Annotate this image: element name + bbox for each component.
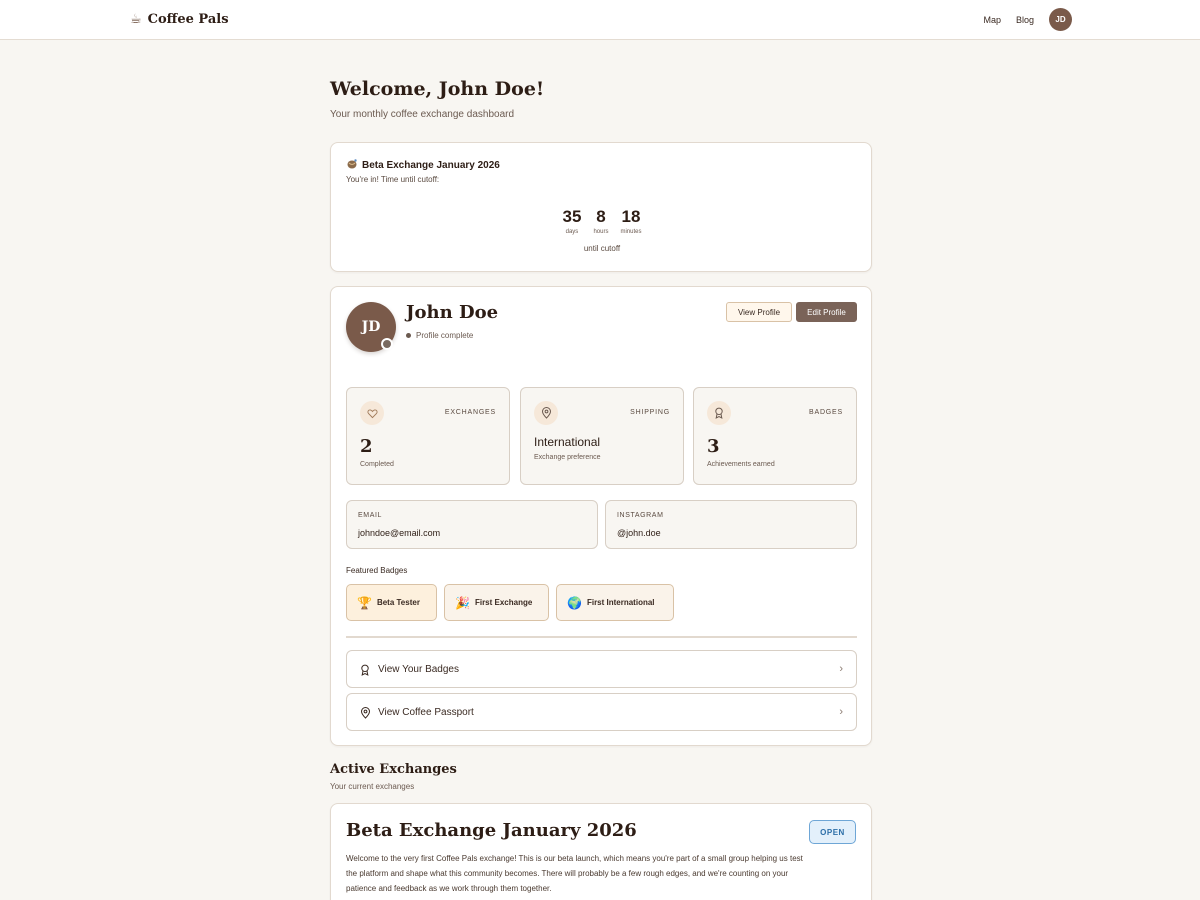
award-icon (707, 401, 731, 425)
countdown-title: Beta Exchange January 2026 (362, 160, 500, 171)
chevron-right-icon: › (839, 663, 843, 675)
link-label: View Your Badges (378, 663, 459, 675)
stat-caption: BADGES (809, 409, 843, 416)
globe-icon: 🌍 (567, 595, 582, 610)
profile-status: Profile complete (406, 331, 473, 340)
status-dot-icon (406, 333, 411, 338)
top-nav-bar: ☕ Coffee Pals Map Blog JD (0, 0, 1200, 40)
badge-beta-tester[interactable]: 🏆 Beta Tester (346, 584, 437, 621)
coffee-cup-icon: ☕ (130, 11, 142, 26)
countdown-title-row: Beta Exchange January 2026 (346, 158, 500, 173)
countdown-days-label: days (565, 229, 579, 235)
user-avatar-menu[interactable]: JD (1049, 8, 1072, 31)
countdown-footer: until cutoff (583, 244, 621, 253)
map-pin-icon (534, 401, 558, 425)
badge-label: First Exchange (474, 598, 533, 607)
stat-note: Achievements earned (707, 461, 775, 468)
page-subtitle: Your monthly coffee exchange dashboard (330, 109, 515, 120)
brand-logo[interactable]: ☕ Coffee Pals (130, 11, 229, 27)
exchange-card[interactable]: Beta Exchange January 2026 OPEN Welcome … (330, 803, 872, 900)
stat-card-exchanges: EXCHANGES 2 Completed (346, 387, 510, 485)
online-status-dot (381, 338, 393, 350)
nav-link-blog[interactable]: Blog (1016, 15, 1034, 25)
stat-card-shipping: SHIPPING International Exchange preferen… (520, 387, 684, 485)
party-popper-icon: 🎉 (455, 595, 470, 610)
countdown-days: 35 days (563, 207, 582, 235)
email-field: EMAIL johndoe@email.com (346, 500, 598, 549)
stat-value: 3 (707, 436, 720, 457)
chevron-right-icon: › (839, 706, 843, 718)
exchange-title: Beta Exchange January 2026 (346, 820, 637, 841)
badge-first-international[interactable]: 🌍 First International (556, 584, 674, 621)
profile-name: John Doe (406, 302, 499, 323)
nav-menu: Map Blog JD (983, 8, 1072, 31)
section-divider (346, 636, 857, 638)
exchange-description: Welcome to the very first Coffee Pals ex… (346, 854, 803, 893)
view-badges-link[interactable]: View Your Badges › (346, 650, 857, 688)
email-label: EMAIL (358, 512, 383, 519)
heart-icon (360, 401, 384, 425)
instagram-value: @john.doe (617, 528, 661, 538)
badge-first-exchange[interactable]: 🎉 First Exchange (444, 584, 549, 621)
map-pin-icon (359, 706, 371, 720)
active-exchanges-subtitle: Your current exchanges (330, 782, 415, 791)
email-value: johndoe@email.com (358, 528, 441, 538)
brand-name: Coffee Pals (147, 11, 229, 27)
stat-card-badges: BADGES 3 Achievements earned (693, 387, 857, 485)
countdown-minutes-value: 18 (621, 207, 641, 226)
stat-note: Completed (360, 461, 394, 468)
badge-label: First International (586, 598, 655, 607)
profile-card: JD John Doe Profile complete View Profil… (330, 286, 872, 746)
countdown-status: You're in! Time until cutoff: (346, 175, 440, 184)
featured-badges-title: Featured Badges (346, 566, 408, 575)
countdown-hours-value: 8 (596, 207, 606, 226)
countdown-days-value: 35 (562, 207, 582, 226)
nav-link-map[interactable]: Map (983, 15, 1001, 25)
instagram-field: INSTAGRAM @john.doe (605, 500, 857, 549)
countdown-timer: 35 days 8 hours 18 minutes (331, 207, 873, 235)
page-title: Welcome, John Doe! (330, 78, 545, 100)
countdown-minutes-label: minutes (620, 229, 642, 235)
trophy-icon: 🏆 (357, 595, 372, 610)
view-profile-button[interactable]: View Profile (726, 302, 792, 322)
active-exchanges-title: Active Exchanges (330, 762, 457, 777)
award-icon (359, 663, 371, 677)
countdown-hours: 8 hours (593, 207, 608, 235)
countdown-minutes: 18 minutes (620, 207, 641, 235)
link-label: View Coffee Passport (378, 706, 474, 718)
badge-label: Beta Tester (376, 598, 420, 607)
stat-value: 2 (360, 436, 373, 457)
stat-caption: SHIPPING (630, 409, 670, 416)
instagram-label: INSTAGRAM (617, 512, 664, 519)
coffee-bean-icon (346, 158, 358, 173)
stat-caption: EXCHANGES (444, 409, 496, 416)
stat-value: International (534, 435, 601, 449)
countdown-card: Beta Exchange January 2026 You're in! Ti… (330, 142, 872, 272)
stat-note: Exchange preference (534, 454, 601, 461)
view-coffee-passport-link[interactable]: View Coffee Passport › (346, 693, 857, 731)
status-badge: OPEN (809, 820, 856, 844)
countdown-hours-label: hours (593, 229, 609, 235)
profile-status-text: Profile complete (416, 331, 474, 340)
edit-profile-button[interactable]: Edit Profile (796, 302, 857, 322)
